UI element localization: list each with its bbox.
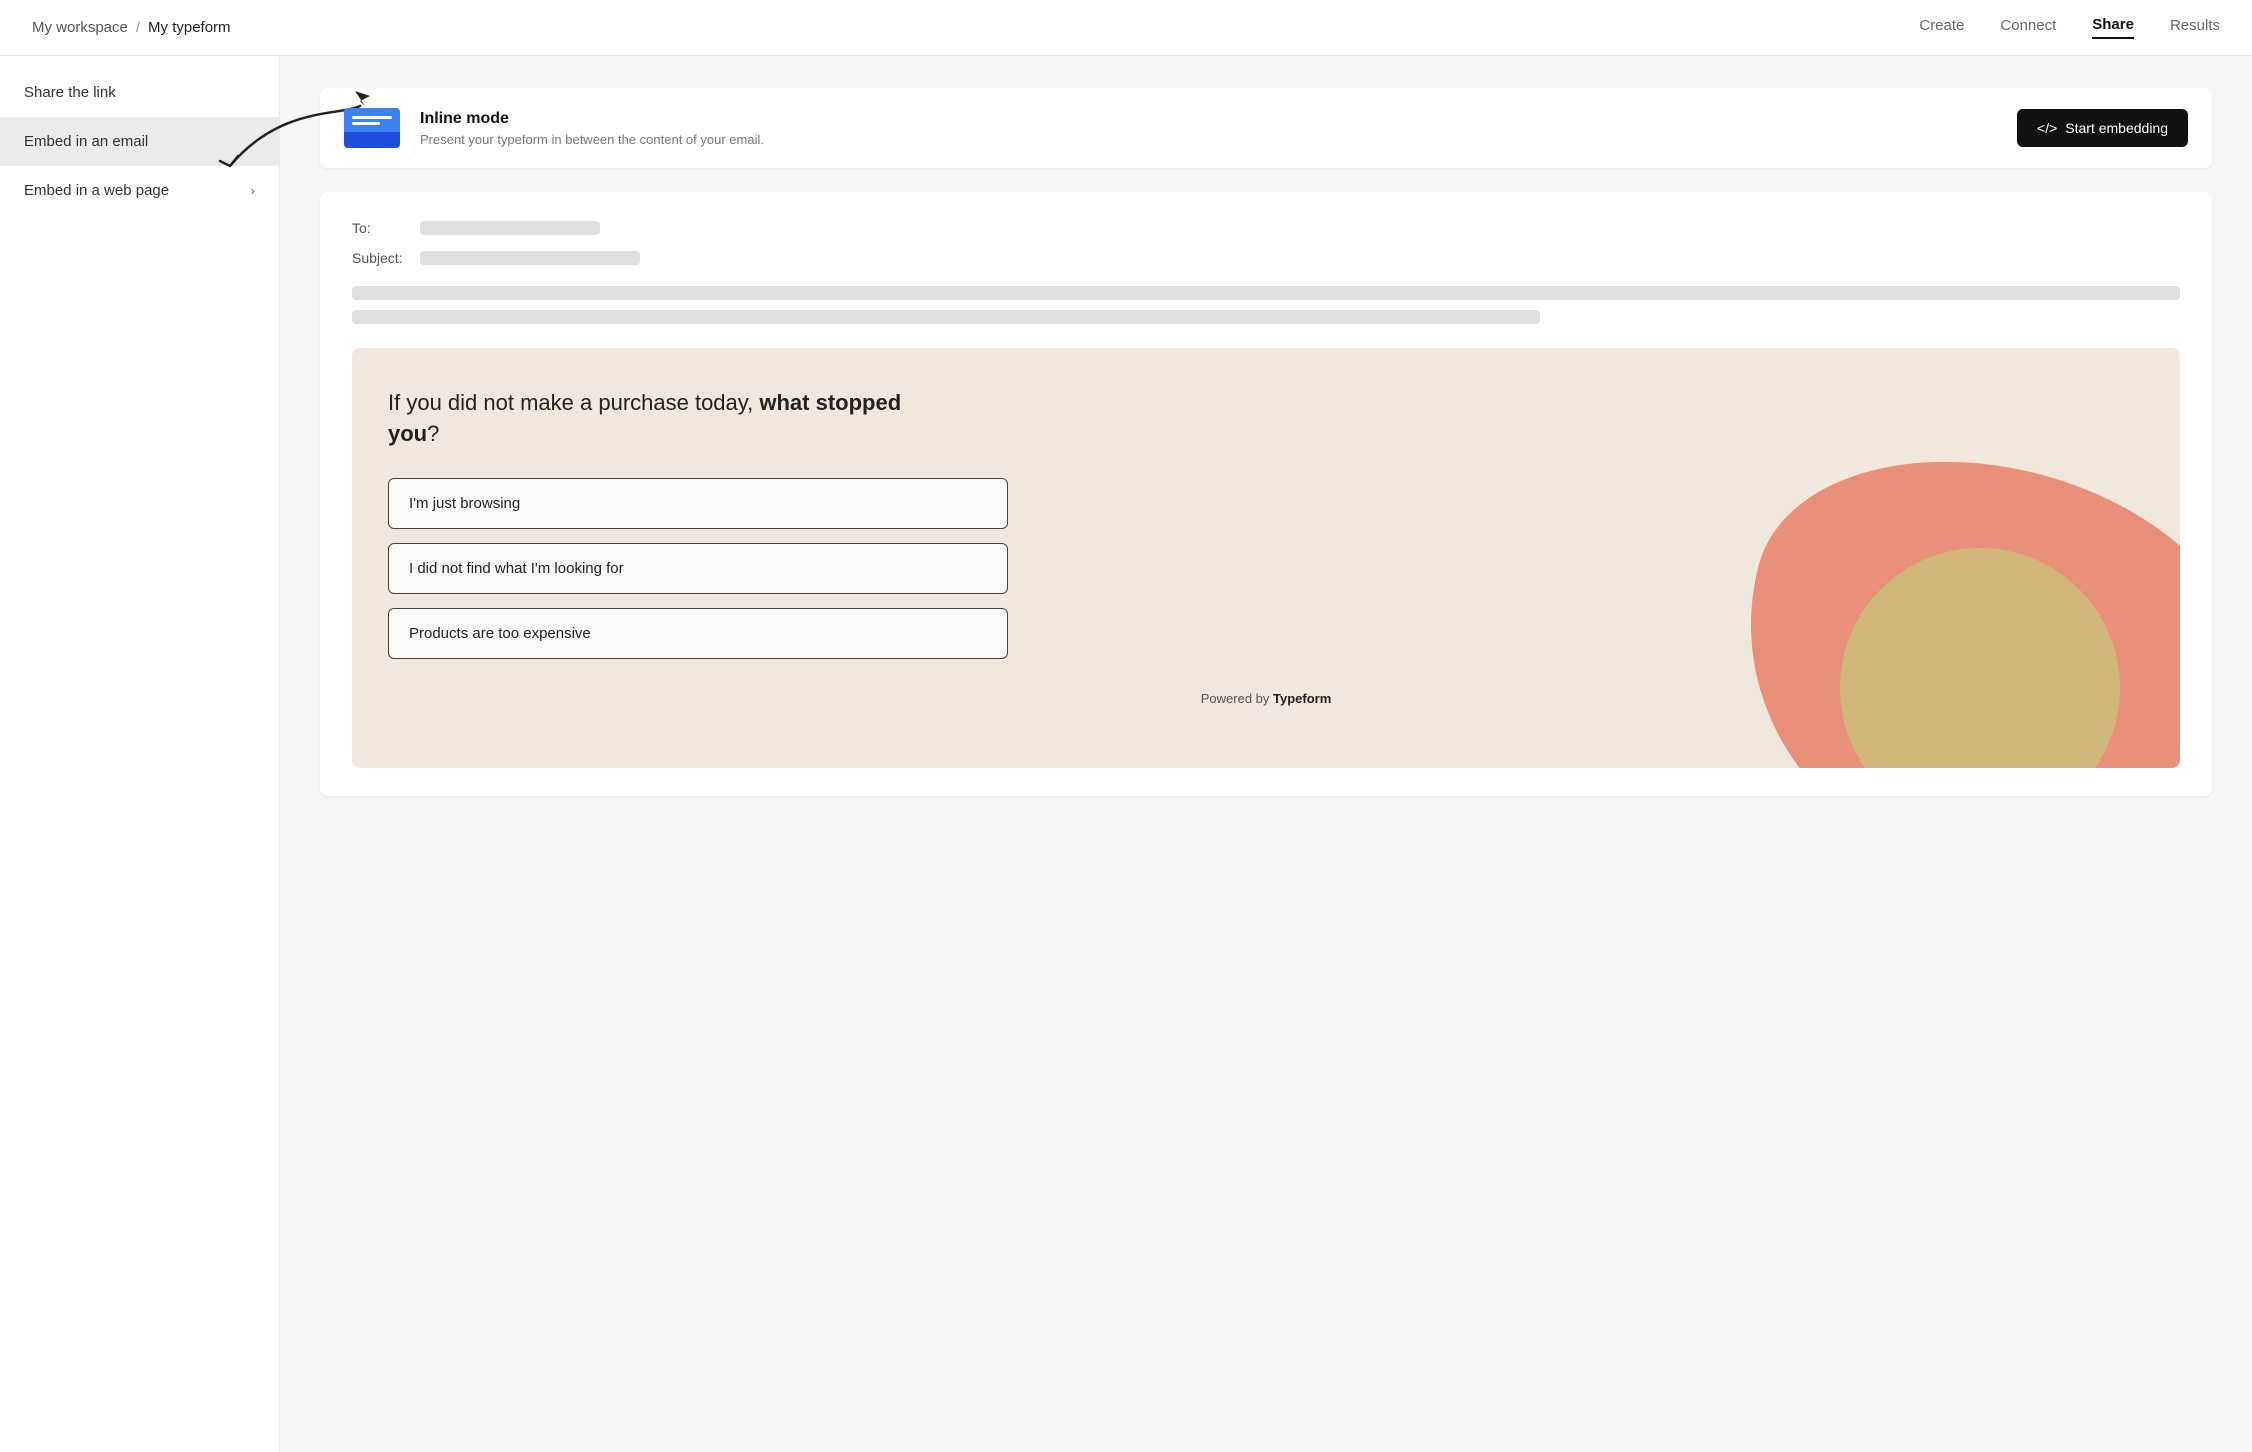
sidebar-label-embed-email: Embed in an email (24, 133, 148, 150)
sidebar-item-share-link[interactable]: Share the link (0, 68, 279, 117)
content-area: Inline mode Present your typeform in bet… (280, 56, 2252, 1452)
typeform-name: My typeform (148, 19, 231, 36)
typeform-preview: If you did not make a purchase today, wh… (352, 348, 2180, 768)
breadcrumb: My workspace / My typeform (32, 19, 231, 36)
embed-header-card: Inline mode Present your typeform in bet… (320, 88, 2212, 168)
to-value-placeholder (420, 221, 600, 235)
embed-info: Inline mode Present your typeform in bet… (420, 110, 1997, 147)
sidebar-label-embed-web: Embed in a web page (24, 182, 169, 199)
sidebar-item-embed-web[interactable]: Embed in a web page › (0, 166, 279, 215)
embed-description: Present your typeform in between the con… (420, 132, 1997, 147)
body-line-2 (352, 310, 1540, 324)
start-embedding-button[interactable]: </> Start embedding (2017, 109, 2188, 147)
chevron-right-icon: › (251, 183, 255, 198)
workspace-link[interactable]: My workspace (32, 19, 128, 36)
icon-line-2 (352, 122, 380, 125)
typeform-option-1[interactable]: I'm just browsing (388, 478, 1008, 529)
sidebar-label-share-link: Share the link (24, 84, 116, 101)
subject-value-placeholder (420, 251, 640, 265)
code-icon: </> (2037, 120, 2057, 136)
inline-mode-icon (344, 108, 400, 148)
to-label: To: (352, 220, 412, 236)
sidebar: Share the link Embed in an email Embed i… (0, 56, 280, 1452)
nav-create[interactable]: Create (1919, 17, 1964, 38)
nav-share[interactable]: Share (2092, 16, 2134, 39)
powered-by: Powered by Typeform (388, 691, 2144, 706)
embed-title: Inline mode (420, 110, 1997, 128)
sidebar-item-embed-email[interactable]: Embed in an email (0, 117, 279, 166)
start-embedding-label: Start embedding (2065, 120, 2168, 136)
subject-label: Subject: (352, 250, 412, 266)
main-layout: Share the link Embed in an email Embed i… (0, 56, 2252, 1452)
top-nav: My workspace / My typeform Create Connec… (0, 0, 2252, 56)
nav-links: Create Connect Share Results (1919, 16, 2220, 39)
nav-connect[interactable]: Connect (2000, 17, 2056, 38)
body-line-1 (352, 286, 2180, 300)
typeform-option-3[interactable]: Products are too expensive (388, 608, 1008, 659)
powered-by-text: Powered by (1201, 691, 1273, 706)
typeform-brand: Typeform (1273, 691, 1331, 706)
typeform-option-2[interactable]: I did not find what I'm looking for (388, 543, 1008, 594)
typeform-content: If you did not make a purchase today, wh… (388, 388, 2144, 706)
option-3-label: Products are too expensive (409, 625, 591, 642)
option-2-label: I did not find what I'm looking for (409, 560, 624, 577)
typeform-question: If you did not make a purchase today, wh… (388, 388, 948, 450)
email-to-field: To: (352, 220, 2180, 236)
email-preview: To: Subject: If you did not make a purch… (320, 192, 2212, 796)
email-subject-field: Subject: (352, 250, 2180, 266)
nav-results[interactable]: Results (2170, 17, 2220, 38)
icon-line-1 (352, 116, 392, 119)
option-1-label: I'm just browsing (409, 495, 520, 512)
question-bold: what stopped you (388, 390, 901, 446)
icon-lines (352, 116, 392, 125)
breadcrumb-separator: / (136, 19, 140, 36)
email-body-lines (352, 286, 2180, 324)
